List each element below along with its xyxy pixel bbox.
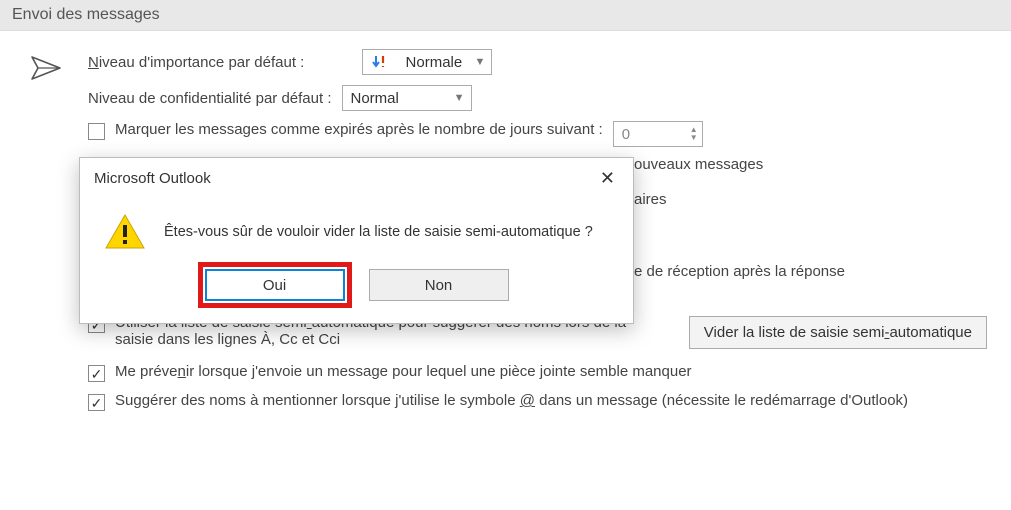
confidentiality-value: Normal bbox=[351, 90, 399, 107]
expire-days-value: 0 bbox=[622, 126, 630, 143]
peek-aires: aires bbox=[634, 191, 667, 208]
spinner-arrows-icon: ▲▼ bbox=[690, 126, 698, 142]
warn-missing-attachment-label: Me prévenir lorsque j'envoie un message … bbox=[115, 363, 692, 380]
close-icon[interactable]: ✕ bbox=[594, 166, 621, 191]
expire-checkbox[interactable] bbox=[88, 123, 105, 140]
dialog-yes-label: Oui bbox=[263, 277, 286, 294]
chevron-down-icon: ▼ bbox=[474, 56, 485, 68]
dialog-no-button[interactable]: Non bbox=[369, 269, 509, 301]
peek-reception: e de réception après la réponse bbox=[634, 263, 845, 280]
importance-icon bbox=[371, 54, 387, 70]
confidentiality-select[interactable]: Normal ▼ bbox=[342, 85, 472, 111]
dialog-title: Microsoft Outlook bbox=[94, 170, 211, 187]
importance-label: Niveau d'importance par défaut : bbox=[88, 54, 304, 71]
section-header: Envoi des messages bbox=[0, 0, 1011, 31]
warning-icon bbox=[104, 213, 146, 251]
send-icon bbox=[30, 53, 64, 87]
suggest-at-label: Suggérer des noms à mentionner lorsque j… bbox=[115, 392, 908, 409]
expire-label: Marquer les messages comme expirés après… bbox=[115, 121, 603, 138]
dialog-yes-button[interactable]: Oui bbox=[205, 269, 345, 301]
confidentiality-label: Niveau de confidentialité par défaut : bbox=[88, 90, 332, 107]
suggest-at-checkbox[interactable] bbox=[88, 394, 105, 411]
importance-select[interactable]: Normale ▼ bbox=[362, 49, 492, 75]
dialog-no-label: Non bbox=[425, 277, 453, 294]
warn-missing-attachment-checkbox[interactable] bbox=[88, 365, 105, 382]
section-title: Envoi des messages bbox=[12, 6, 160, 23]
clear-autocomplete-button[interactable]: Vider la liste de saisie semi-automatiqu… bbox=[689, 316, 987, 349]
chevron-down-icon: ▼ bbox=[454, 92, 465, 104]
importance-value: Normale bbox=[406, 54, 463, 71]
confirm-dialog: Microsoft Outlook ✕ Êtes-vous sûr de vou… bbox=[79, 157, 634, 324]
peek-new-messages: ouveaux messages bbox=[634, 156, 763, 173]
dialog-message: Êtes-vous sûr de vouloir vider la liste … bbox=[164, 224, 593, 240]
expire-days-spinner[interactable]: 0 ▲▼ bbox=[613, 121, 703, 147]
